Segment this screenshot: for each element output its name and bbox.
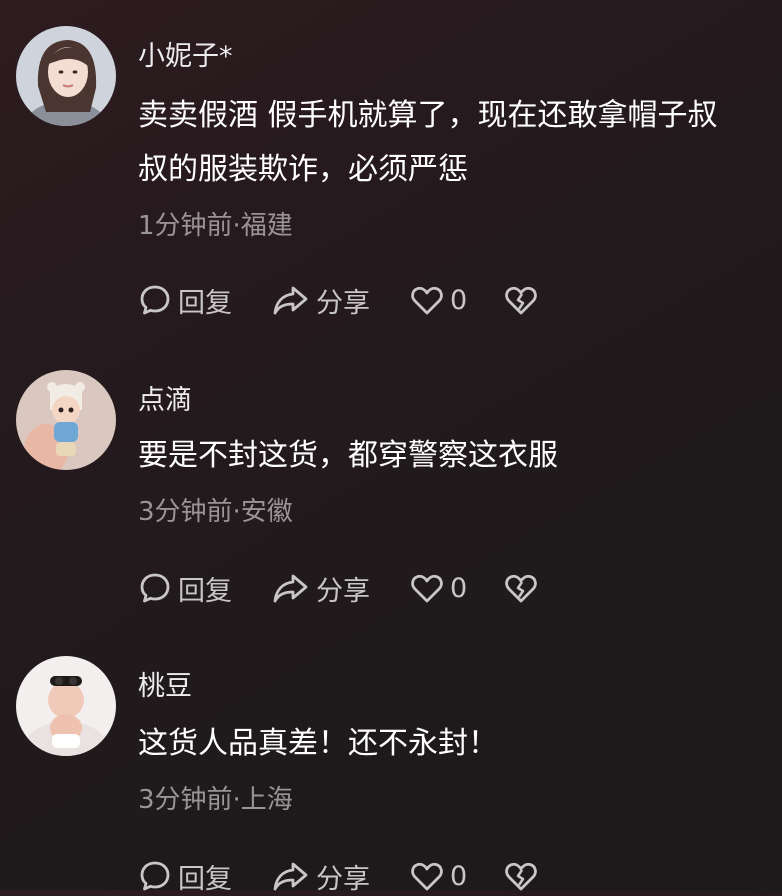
comment-text-line: 叔的服装欺诈，必须严惩 xyxy=(138,152,468,187)
like-count: 0 xyxy=(450,572,468,604)
reply-button[interactable]: 回复 xyxy=(138,281,272,320)
heart-icon xyxy=(411,574,443,603)
avatar[interactable] xyxy=(16,370,116,470)
avatar[interactable] xyxy=(16,656,116,756)
comment-text-line: 要是不封这货，都穿警察这衣服 xyxy=(138,438,558,473)
share-label: 分享 xyxy=(316,575,370,607)
comment-meta: 1分钟前·福建 xyxy=(138,211,293,241)
heart-icon xyxy=(411,286,443,315)
comment-text: 要是不封这货，都穿警察这衣服 xyxy=(138,429,770,483)
comment-text: 卖卖假酒 假手机就算了，现在还敢拿帽子叔 叔的服装欺诈，必须严惩 xyxy=(138,89,770,197)
dislike-button[interactable] xyxy=(504,572,538,604)
speech-bubble-icon xyxy=(140,285,170,315)
comment-username[interactable]: 点滴 xyxy=(138,378,192,417)
share-arrow-icon xyxy=(273,286,308,315)
share-button[interactable]: 分享 xyxy=(272,569,410,608)
avatar[interactable] xyxy=(16,26,116,126)
comment-text-line: 卖卖假酒 假手机就算了，现在还敢拿帽子叔 xyxy=(138,98,718,133)
reply-label: 回复 xyxy=(178,575,232,607)
like-button[interactable]: 0 xyxy=(410,284,504,316)
comment-actions: 回复 分享 0 xyxy=(138,568,538,608)
comment-actions: 回复 分享 0 xyxy=(138,280,538,320)
comment-username[interactable]: 桃豆 xyxy=(138,664,192,703)
like-count: 0 xyxy=(450,860,468,892)
comment-meta: 3分钟前·上海 xyxy=(138,785,293,815)
like-button[interactable]: 0 xyxy=(410,860,504,892)
broken-heart-icon xyxy=(505,574,537,603)
like-button[interactable]: 0 xyxy=(410,572,504,604)
broken-heart-icon xyxy=(505,286,537,315)
comment-username[interactable]: 小妮子* xyxy=(138,34,233,73)
comment-actions: 回复 分享 0 xyxy=(138,856,538,896)
share-arrow-icon xyxy=(273,574,308,603)
share-arrow-icon xyxy=(273,862,308,891)
dislike-button[interactable] xyxy=(504,860,538,892)
share-button[interactable]: 分享 xyxy=(272,281,410,320)
comment-meta: 3分钟前·安徽 xyxy=(138,497,293,527)
dislike-button[interactable] xyxy=(504,284,538,316)
speech-bubble-icon xyxy=(140,861,170,891)
reply-label: 回复 xyxy=(178,287,232,319)
reply-button[interactable]: 回复 xyxy=(138,569,272,608)
share-label: 分享 xyxy=(316,287,370,319)
speech-bubble-icon xyxy=(140,573,170,603)
comment-text: 这货人品真差！还不永封！ xyxy=(138,717,770,771)
comment-text-line: 这货人品真差！还不永封！ xyxy=(138,726,498,761)
heart-icon xyxy=(411,862,443,891)
broken-heart-icon xyxy=(505,862,537,891)
like-count: 0 xyxy=(450,284,468,316)
